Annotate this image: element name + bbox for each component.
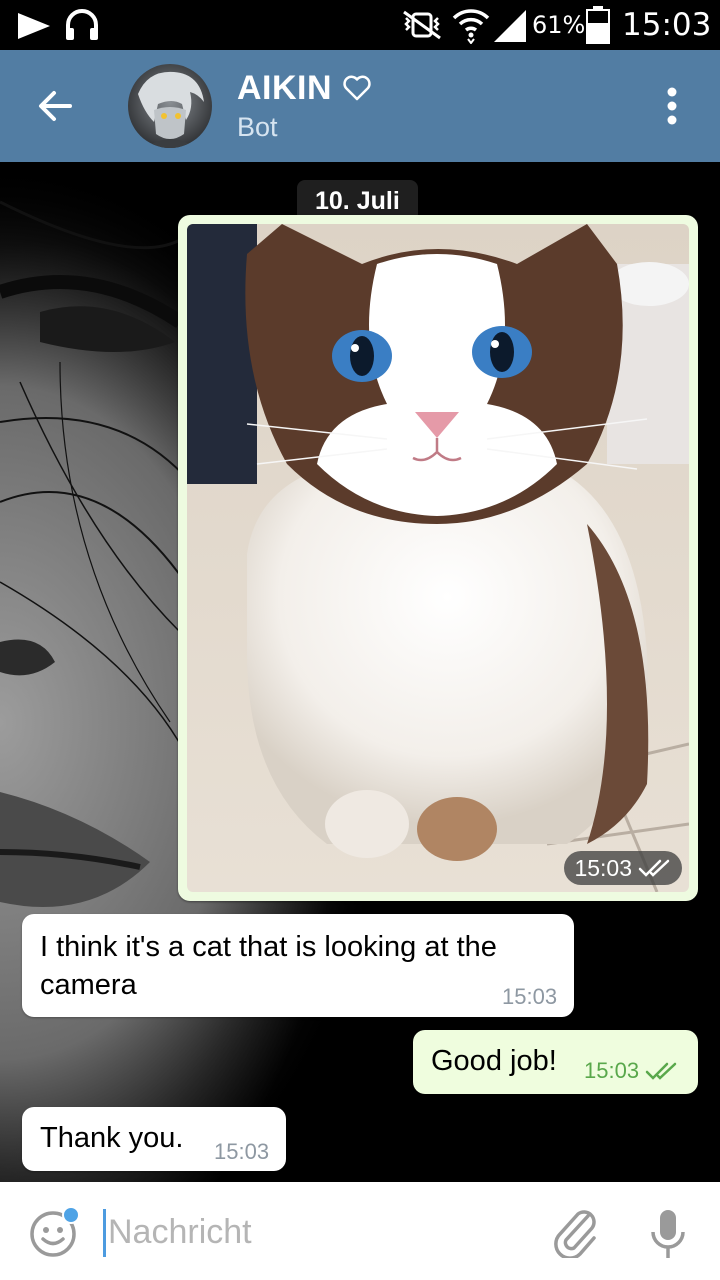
emoji-icon[interactable] (28, 1206, 80, 1258)
heart-icon (343, 75, 371, 101)
message-time: 15:03 (502, 984, 558, 1009)
status-bar: 61% 15:03 (0, 0, 720, 50)
signal-icon (494, 10, 526, 42)
wifi-icon (452, 9, 490, 44)
photo-time-text: 15:03 (574, 855, 632, 881)
back-arrow-icon[interactable] (28, 78, 84, 134)
chat-header: AIKIN Bot (0, 50, 720, 162)
attach-icon[interactable] (552, 1206, 600, 1258)
chat-title-row[interactable]: AIKIN (237, 68, 372, 108)
photo-message[interactable]: 15:03 (178, 215, 698, 901)
mic-icon[interactable] (648, 1206, 688, 1262)
read-check-icon (638, 859, 670, 877)
read-check-icon (645, 1062, 677, 1080)
message-time-row: 15:03 (584, 1058, 679, 1084)
photo-timestamp: 15:03 (564, 851, 682, 885)
incoming-message[interactable]: I think it's a cat that is looking at th… (22, 914, 574, 1017)
more-vert-icon[interactable] (650, 78, 694, 134)
message-text: Good job! (431, 1045, 557, 1077)
chat-area[interactable]: 10. Juli 15:03 I think it's a cat that i… (0, 162, 720, 1182)
message-input-bar (0, 1182, 720, 1280)
outgoing-message[interactable]: Good job! 15:03 (413, 1030, 698, 1094)
incoming-message[interactable]: Thank you. 15:03 (22, 1107, 286, 1171)
chat-subtitle: Bot (237, 112, 278, 142)
chat-title: AIKIN (237, 68, 333, 107)
battery-percent: 61% (532, 11, 586, 39)
message-input[interactable] (108, 1206, 528, 1258)
status-time: 15:03 (622, 7, 712, 43)
battery-icon (586, 6, 610, 44)
message-time: 15:03 (214, 1139, 270, 1164)
headphones-icon (66, 9, 98, 40)
message-time: 15:03 (584, 1058, 640, 1083)
vibrate-mute-icon (403, 10, 441, 40)
message-text: I think it's a cat that is looking at th… (40, 931, 497, 1001)
cat-photo[interactable] (187, 224, 689, 892)
text-cursor (103, 1209, 106, 1257)
play-icon (18, 13, 50, 39)
message-text: Thank you. (40, 1122, 184, 1154)
avatar[interactable] (128, 64, 212, 148)
